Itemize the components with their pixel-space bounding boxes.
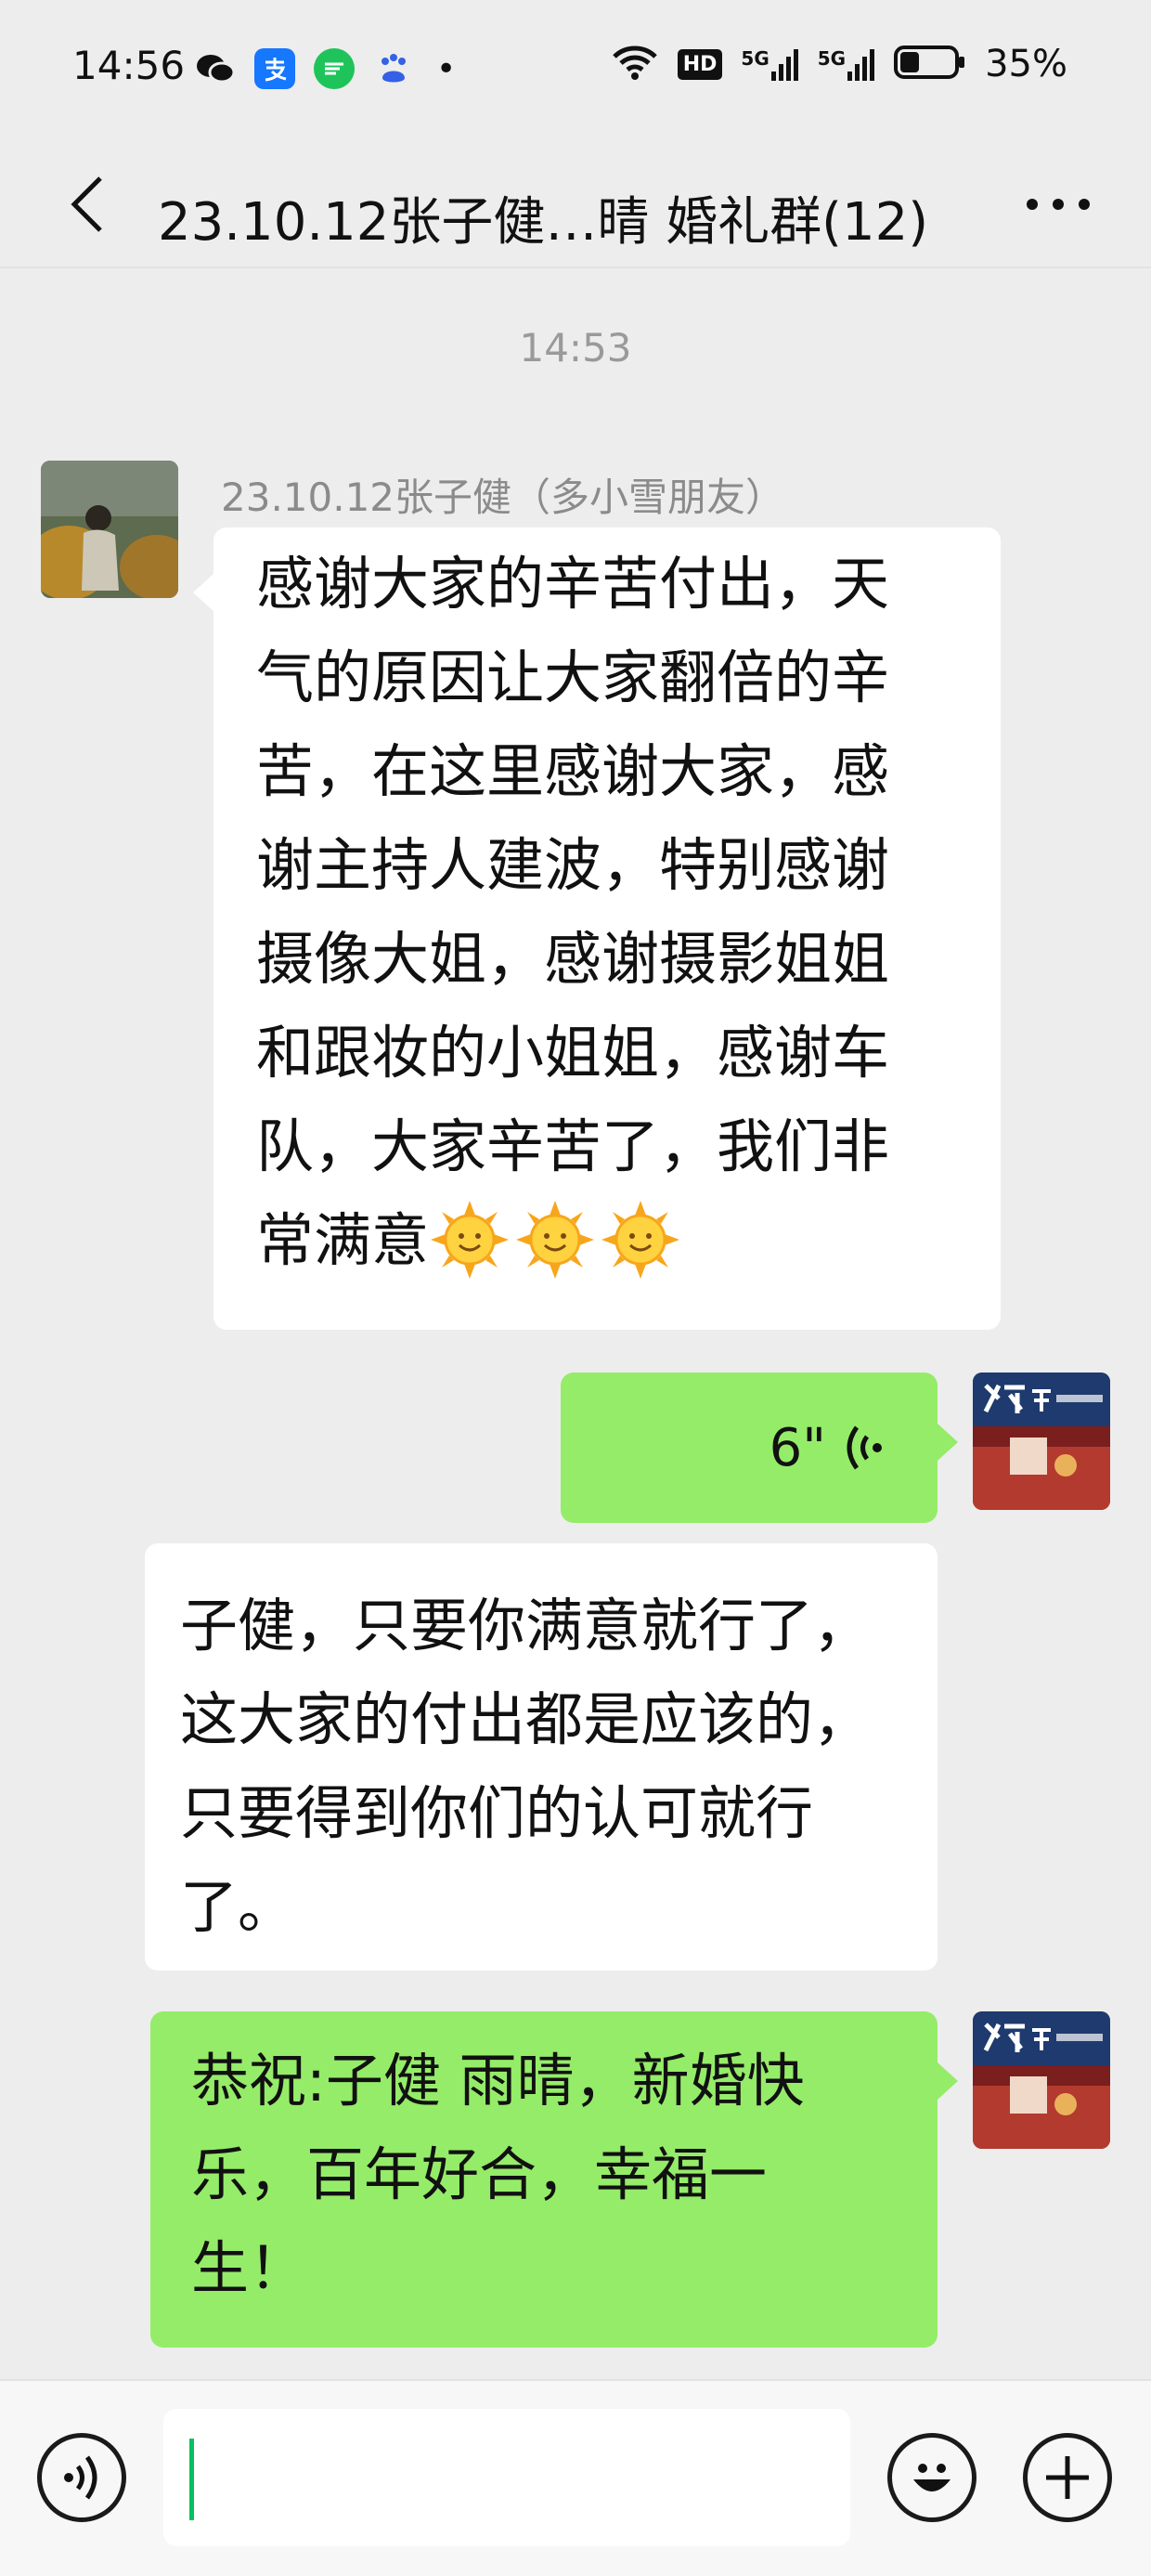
- message-bubble-outgoing[interactable]: 恭祝:子健 雨晴，新婚快 乐，百年好合，幸福一 生！: [150, 2011, 958, 2348]
- message-line: 了。: [180, 1873, 296, 1941]
- wifi-icon: [611, 44, 659, 85]
- voice-duration: 6": [769, 1417, 826, 1478]
- chat-input-bar: [0, 2379, 1151, 2576]
- my-avatar[interactable]: [973, 1373, 1110, 1510]
- message-line: 这大家的付出都是应该的，: [180, 1685, 872, 1753]
- message-input[interactable]: [163, 2409, 850, 2546]
- sender-name: 23.10.12张子健（多小雪朋友）: [221, 475, 785, 520]
- hd-icon: HD: [677, 48, 723, 80]
- battery-icon: [894, 45, 966, 84]
- status-bar: 14:56 • HD 5G 5G 35%: [0, 0, 1151, 139]
- message-app-icon: [314, 48, 355, 89]
- header-divider: [0, 267, 1151, 268]
- message-line-text: 常满意: [256, 1206, 430, 1274]
- status-time: 14:56: [72, 43, 186, 88]
- message-line: 感谢大家的辛苦付出，天: [256, 550, 890, 618]
- voice-wave-icon: [64, 2455, 97, 2500]
- message-line: 摄像大姐，感谢摄影姐姐: [256, 925, 890, 993]
- notification-dot: •: [436, 49, 457, 88]
- voice-input-button[interactable]: [37, 2433, 126, 2522]
- status-app-icons: •: [195, 46, 456, 91]
- wechat-icon: [195, 48, 236, 89]
- status-indicators: HD 5G 5G 35%: [611, 43, 1067, 85]
- message-line: 恭祝:子健 雨晴，新婚快: [191, 2047, 805, 2114]
- my-avatar[interactable]: [973, 2011, 1110, 2149]
- message-bubble-incoming[interactable]: 子健，只要你满意就行了， 这大家的付出都是应该的， 只要得到你们的认可就行 了。: [145, 1543, 938, 1971]
- message-line-with-emoji: 常满意: [256, 1193, 963, 1287]
- back-button[interactable]: [41, 158, 134, 251]
- message-timestamp: 14:53: [519, 325, 632, 371]
- plus-icon: [1046, 2456, 1089, 2499]
- alipay-icon: [254, 48, 295, 89]
- voice-message-bubble[interactable]: 6": [561, 1373, 958, 1523]
- sun-face-icon: [516, 1201, 595, 1279]
- chevron-left-icon: [71, 176, 102, 232]
- message-line: 乐，百年好合，幸福一: [191, 2140, 768, 2208]
- chat-title: 23.10.12张子健…晴 婚礼群(12): [158, 192, 929, 253]
- emoji-button[interactable]: [887, 2433, 976, 2522]
- sun-face-icon: [431, 1201, 510, 1279]
- voice-wave-icon: [847, 1425, 882, 1470]
- message-line: 气的原因让大家翻倍的辛: [256, 644, 890, 711]
- smiley-face-icon: [913, 2464, 951, 2491]
- sender-avatar[interactable]: [41, 461, 178, 598]
- signal-icon-2: 5G: [818, 47, 875, 81]
- message-line: 和跟妆的小姐姐，感谢车: [256, 1019, 890, 1086]
- more-options-button[interactable]: [1012, 158, 1105, 251]
- message-line: 子健，只要你满意就行了，: [180, 1592, 872, 1659]
- message-bubble-incoming[interactable]: 感谢大家的辛苦付出，天 气的原因让大家翻倍的辛 苦，在这里感谢大家，感 谢主持人…: [193, 527, 1001, 1330]
- message-line: 苦，在这里感谢大家，感: [256, 737, 890, 805]
- message-line: 队，大家辛苦了，我们非: [256, 1112, 890, 1180]
- network-type-label: 5G: [741, 47, 769, 70]
- baidu-icon: [373, 48, 414, 89]
- signal-icon-1: 5G: [741, 47, 798, 81]
- add-more-button[interactable]: [1023, 2433, 1112, 2522]
- battery-percent: 35%: [985, 43, 1067, 85]
- message-line: 生！: [191, 2234, 307, 2302]
- network-type-label: 5G: [817, 47, 847, 70]
- chat-header: 23.10.12张子健…晴 婚礼群(12): [0, 139, 1151, 269]
- message-line: 谢主持人建波，特别感谢: [256, 831, 890, 899]
- text-cursor: [189, 2439, 194, 2520]
- more-dots-icon: [1027, 199, 1090, 210]
- message-line: 只要得到你们的认可就行: [180, 1779, 814, 1847]
- sun-face-icon: [601, 1201, 680, 1279]
